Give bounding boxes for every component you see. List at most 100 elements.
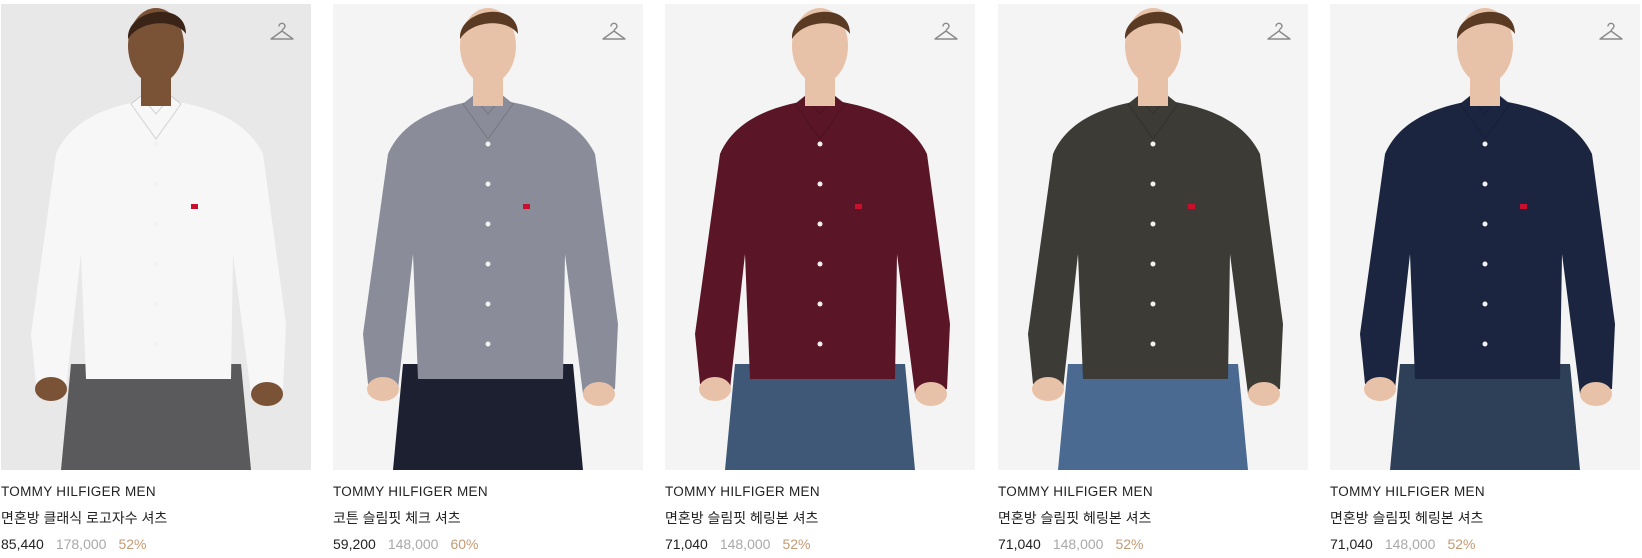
price-row: 85,440 178,000 52% xyxy=(1,536,311,552)
sale-price: 71,040 xyxy=(665,536,708,552)
sale-price: 59,200 xyxy=(333,536,376,552)
hanger-icon[interactable] xyxy=(601,22,627,44)
button-dot xyxy=(817,141,823,147)
button-dot xyxy=(1150,181,1156,187)
button-dot xyxy=(485,301,491,307)
hand-shape xyxy=(1364,377,1396,401)
product-brand[interactable]: TOMMY HILFIGER MEN xyxy=(333,484,643,499)
button-dot xyxy=(485,341,491,347)
product-image[interactable] xyxy=(333,4,643,470)
button-dot xyxy=(485,221,491,227)
button-dot xyxy=(153,261,159,267)
discount-rate: 52% xyxy=(118,536,147,552)
model-illustration xyxy=(1360,8,1615,470)
product-name[interactable]: 코튼 슬림핏 체크 셔츠 xyxy=(333,508,643,528)
button-dot xyxy=(153,221,159,227)
product-card[interactable]: TOMMY HILFIGER MEN 면혼방 슬림핏 헤링본 셔츠 71,040… xyxy=(1330,4,1640,552)
original-price: 178,000 xyxy=(55,536,107,552)
logo-flag xyxy=(1520,204,1527,209)
button-dot xyxy=(1150,261,1156,267)
hand-shape xyxy=(35,377,67,401)
pants-shape xyxy=(393,364,583,470)
pants-shape xyxy=(1058,364,1248,470)
discount-rate: 52% xyxy=(1447,536,1476,552)
button-dot xyxy=(1150,221,1156,227)
shirt-shape xyxy=(695,99,950,394)
product-card[interactable]: TOMMY HILFIGER MEN 코튼 슬림핏 체크 셔츠 59,200 1… xyxy=(333,4,643,552)
button-dot xyxy=(1482,341,1488,347)
hand-shape xyxy=(583,382,615,406)
product-image[interactable] xyxy=(665,4,975,470)
sale-price: 71,040 xyxy=(1330,536,1373,552)
product-image[interactable] xyxy=(1,4,311,470)
button-dot xyxy=(1150,301,1156,307)
button-dot xyxy=(817,301,823,307)
product-brand[interactable]: TOMMY HILFIGER MEN xyxy=(1,484,311,499)
pants-shape xyxy=(725,364,915,470)
price-row: 71,040 148,000 52% xyxy=(998,536,1308,552)
button-dot xyxy=(1482,261,1488,267)
price-row: 59,200 148,000 60% xyxy=(333,536,643,552)
button-dot xyxy=(485,141,491,147)
product-name[interactable]: 면혼방 슬림핏 헤링본 셔츠 xyxy=(998,508,1308,528)
button-dot xyxy=(1150,341,1156,347)
discount-rate: 52% xyxy=(782,536,811,552)
product-grid: TOMMY HILFIGER MEN 면혼방 클래식 로고자수 셔츠 85,44… xyxy=(0,0,1642,558)
button-dot xyxy=(1482,221,1488,227)
button-dot xyxy=(153,141,159,147)
model-illustration xyxy=(31,8,286,470)
product-card[interactable]: TOMMY HILFIGER MEN 면혼방 슬림핏 헤링본 셔츠 71,040… xyxy=(998,4,1308,552)
shirt-shape xyxy=(363,99,618,394)
product-brand[interactable]: TOMMY HILFIGER MEN xyxy=(1330,484,1640,499)
price-row: 71,040 148,000 52% xyxy=(1330,536,1640,552)
discount-rate: 52% xyxy=(1115,536,1144,552)
shirt-shape xyxy=(31,99,286,394)
button-dot xyxy=(1482,301,1488,307)
original-price: 148,000 xyxy=(387,536,439,552)
product-brand[interactable]: TOMMY HILFIGER MEN xyxy=(665,484,975,499)
hand-shape xyxy=(367,377,399,401)
button-dot xyxy=(1482,141,1488,147)
hanger-icon[interactable] xyxy=(933,22,959,44)
shirt-shape xyxy=(1360,99,1615,394)
button-dot xyxy=(817,341,823,347)
pants-shape xyxy=(61,364,251,470)
product-name[interactable]: 면혼방 슬림핏 헤링본 셔츠 xyxy=(665,508,975,528)
original-price: 148,000 xyxy=(1052,536,1104,552)
button-dot xyxy=(153,341,159,347)
original-price: 148,000 xyxy=(719,536,771,552)
original-price: 148,000 xyxy=(1384,536,1436,552)
product-brand[interactable]: TOMMY HILFIGER MEN xyxy=(998,484,1308,499)
sale-price: 71,040 xyxy=(998,536,1041,552)
logo-flag xyxy=(191,204,198,209)
discount-rate: 60% xyxy=(450,536,479,552)
hanger-icon[interactable] xyxy=(269,22,295,44)
shirt-shape xyxy=(1028,99,1283,394)
product-card[interactable]: TOMMY HILFIGER MEN 면혼방 슬림핏 헤링본 셔츠 71,040… xyxy=(665,4,975,552)
hanger-icon[interactable] xyxy=(1598,22,1624,44)
product-image[interactable] xyxy=(998,4,1308,470)
sale-price: 85,440 xyxy=(1,536,44,552)
model-illustration xyxy=(1028,8,1283,470)
product-name[interactable]: 면혼방 슬림핏 헤링본 셔츠 xyxy=(1330,508,1640,528)
price-row: 71,040 148,000 52% xyxy=(665,536,975,552)
hand-shape xyxy=(1580,382,1612,406)
hand-shape xyxy=(915,382,947,406)
button-dot xyxy=(817,221,823,227)
button-dot xyxy=(153,301,159,307)
button-dot xyxy=(153,181,159,187)
logo-flag xyxy=(1188,204,1195,209)
button-dot xyxy=(485,261,491,267)
logo-flag xyxy=(523,204,530,209)
button-dot xyxy=(485,181,491,187)
button-dot xyxy=(817,181,823,187)
product-name[interactable]: 면혼방 클래식 로고자수 셔츠 xyxy=(1,508,311,528)
hand-shape xyxy=(1248,382,1280,406)
button-dot xyxy=(817,261,823,267)
product-image[interactable] xyxy=(1330,4,1640,470)
button-dot xyxy=(1482,181,1488,187)
hanger-icon[interactable] xyxy=(1266,22,1292,44)
hand-shape xyxy=(251,382,283,406)
product-card[interactable]: TOMMY HILFIGER MEN 면혼방 클래식 로고자수 셔츠 85,44… xyxy=(1,4,311,552)
logo-flag xyxy=(855,204,862,209)
